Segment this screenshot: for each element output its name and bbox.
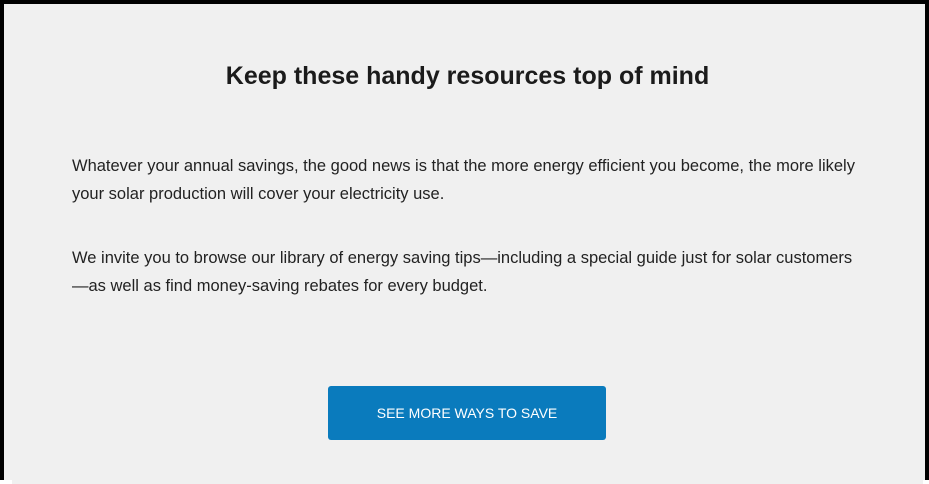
library-paragraph: We invite you to browse our library of e…	[72, 249, 853, 295]
see-more-ways-to-save-button[interactable]: SEE MORE WAYS TO SAVE	[328, 386, 606, 440]
email-frame: Keep these handy resources top of mind W…	[0, 0, 929, 484]
section-heading: Keep these handy resources top of mind	[225, 62, 710, 90]
savings-paragraph: Whatever your annual savings, the good n…	[72, 157, 855, 203]
resources-card: Keep these handy resources top of mind W…	[12, 8, 923, 484]
